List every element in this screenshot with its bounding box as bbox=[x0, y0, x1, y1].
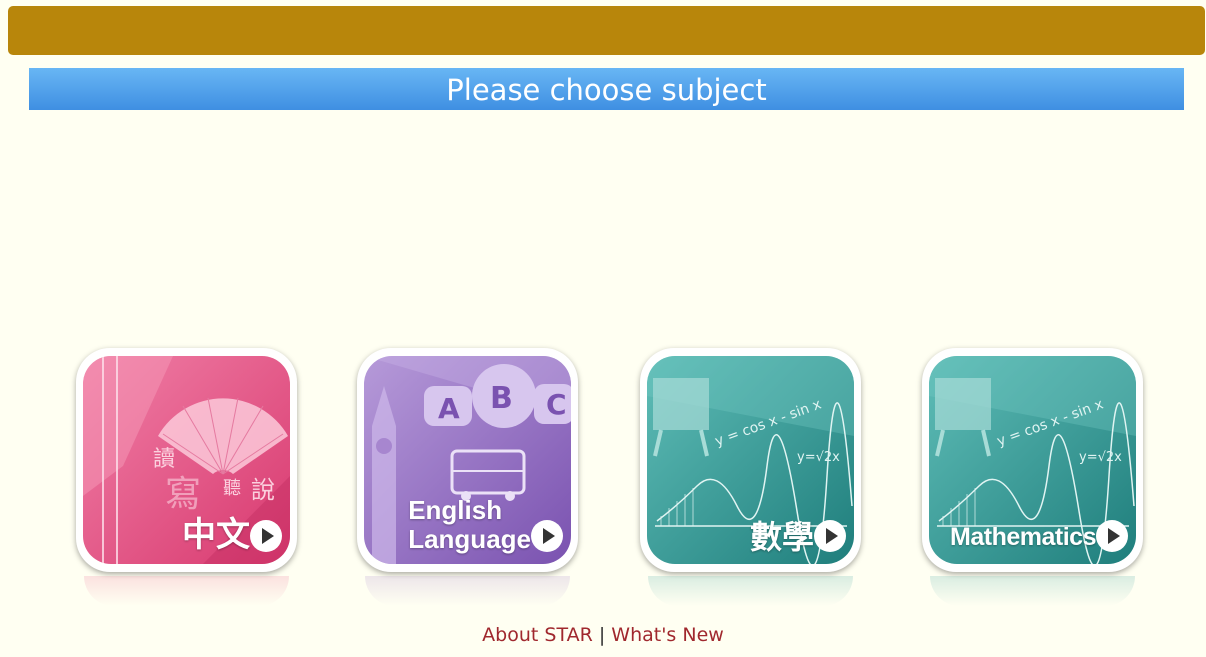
play-icon bbox=[1096, 520, 1128, 552]
footer: About STAR | What's New bbox=[0, 624, 1206, 646]
top-bar bbox=[8, 6, 1205, 55]
play-icon bbox=[814, 520, 846, 552]
play-icon bbox=[531, 520, 563, 552]
svg-text:C: C bbox=[546, 388, 567, 421]
about-star-link[interactable]: About STAR bbox=[482, 624, 593, 646]
svg-text:聽: 聽 bbox=[223, 478, 241, 499]
subject-tile-mathematics[interactable]: y = cos x - sin x y=√2x Mathematics bbox=[922, 348, 1143, 606]
subject-label-english: English Language bbox=[408, 495, 531, 554]
subject-tile-chinese[interactable]: 讀 寫 聽 說 中文 bbox=[76, 348, 297, 606]
svg-text:A: A bbox=[438, 392, 460, 425]
svg-text:說: 說 bbox=[251, 476, 275, 504]
svg-text:讀: 讀 bbox=[153, 447, 175, 472]
subject-label-math-chinese: 數學 bbox=[749, 519, 814, 555]
play-icon bbox=[250, 520, 282, 552]
whats-new-link[interactable]: What's New bbox=[611, 624, 724, 646]
subject-tile-math-chinese[interactable]: y = cos x - sin x y=√2x 數學 bbox=[640, 348, 861, 606]
subject-tile-english[interactable]: A B C English Language bbox=[357, 348, 578, 606]
subject-label-mathematics: Mathematics bbox=[950, 523, 1096, 551]
subject-label-chinese: 中文 bbox=[182, 516, 250, 554]
svg-text:B: B bbox=[490, 381, 513, 416]
svg-text:y=√2x: y=√2x bbox=[797, 450, 840, 465]
subject-tiles: 讀 寫 聽 說 中文 A B C English Language y = co… bbox=[0, 348, 1206, 608]
svg-text:y=√2x: y=√2x bbox=[1079, 450, 1122, 465]
footer-separator: | bbox=[598, 624, 606, 646]
page-title: Please choose subject bbox=[29, 68, 1184, 110]
